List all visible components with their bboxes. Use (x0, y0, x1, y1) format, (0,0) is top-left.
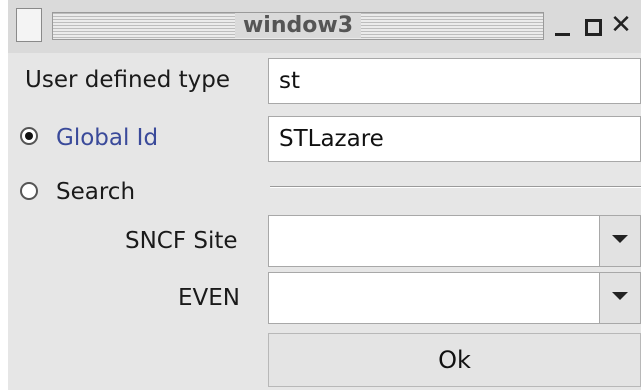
chevron-down-icon[interactable] (599, 273, 640, 323)
user-type-label: User defined type (25, 67, 230, 93)
sncf-site-label: SNCF Site (125, 228, 238, 254)
ok-button[interactable]: Ok (268, 333, 641, 387)
search-radio[interactable] (20, 182, 38, 200)
chevron-down-icon[interactable] (599, 216, 640, 266)
window-title-text: window3 (234, 13, 362, 38)
window: window3 ✕ User defined type st Global Id… (8, 0, 641, 390)
global-id-input[interactable]: STLazare (268, 116, 641, 162)
even-label: EVEN (178, 285, 241, 311)
window-menu-icon[interactable] (16, 8, 42, 42)
global-id-radio[interactable] (20, 127, 38, 145)
even-combo[interactable] (268, 272, 641, 324)
maximize-icon[interactable] (580, 10, 606, 40)
sncf-site-combo[interactable] (268, 215, 641, 267)
search-separator (270, 186, 641, 188)
minimize-icon[interactable] (550, 10, 576, 40)
search-label: Search (56, 179, 136, 205)
user-type-input[interactable]: st (268, 58, 641, 104)
window-title: window3 (52, 12, 544, 40)
global-id-label: Global Id (56, 125, 159, 151)
title-bar[interactable]: window3 ✕ (8, 0, 641, 53)
close-icon[interactable]: ✕ (608, 10, 634, 40)
